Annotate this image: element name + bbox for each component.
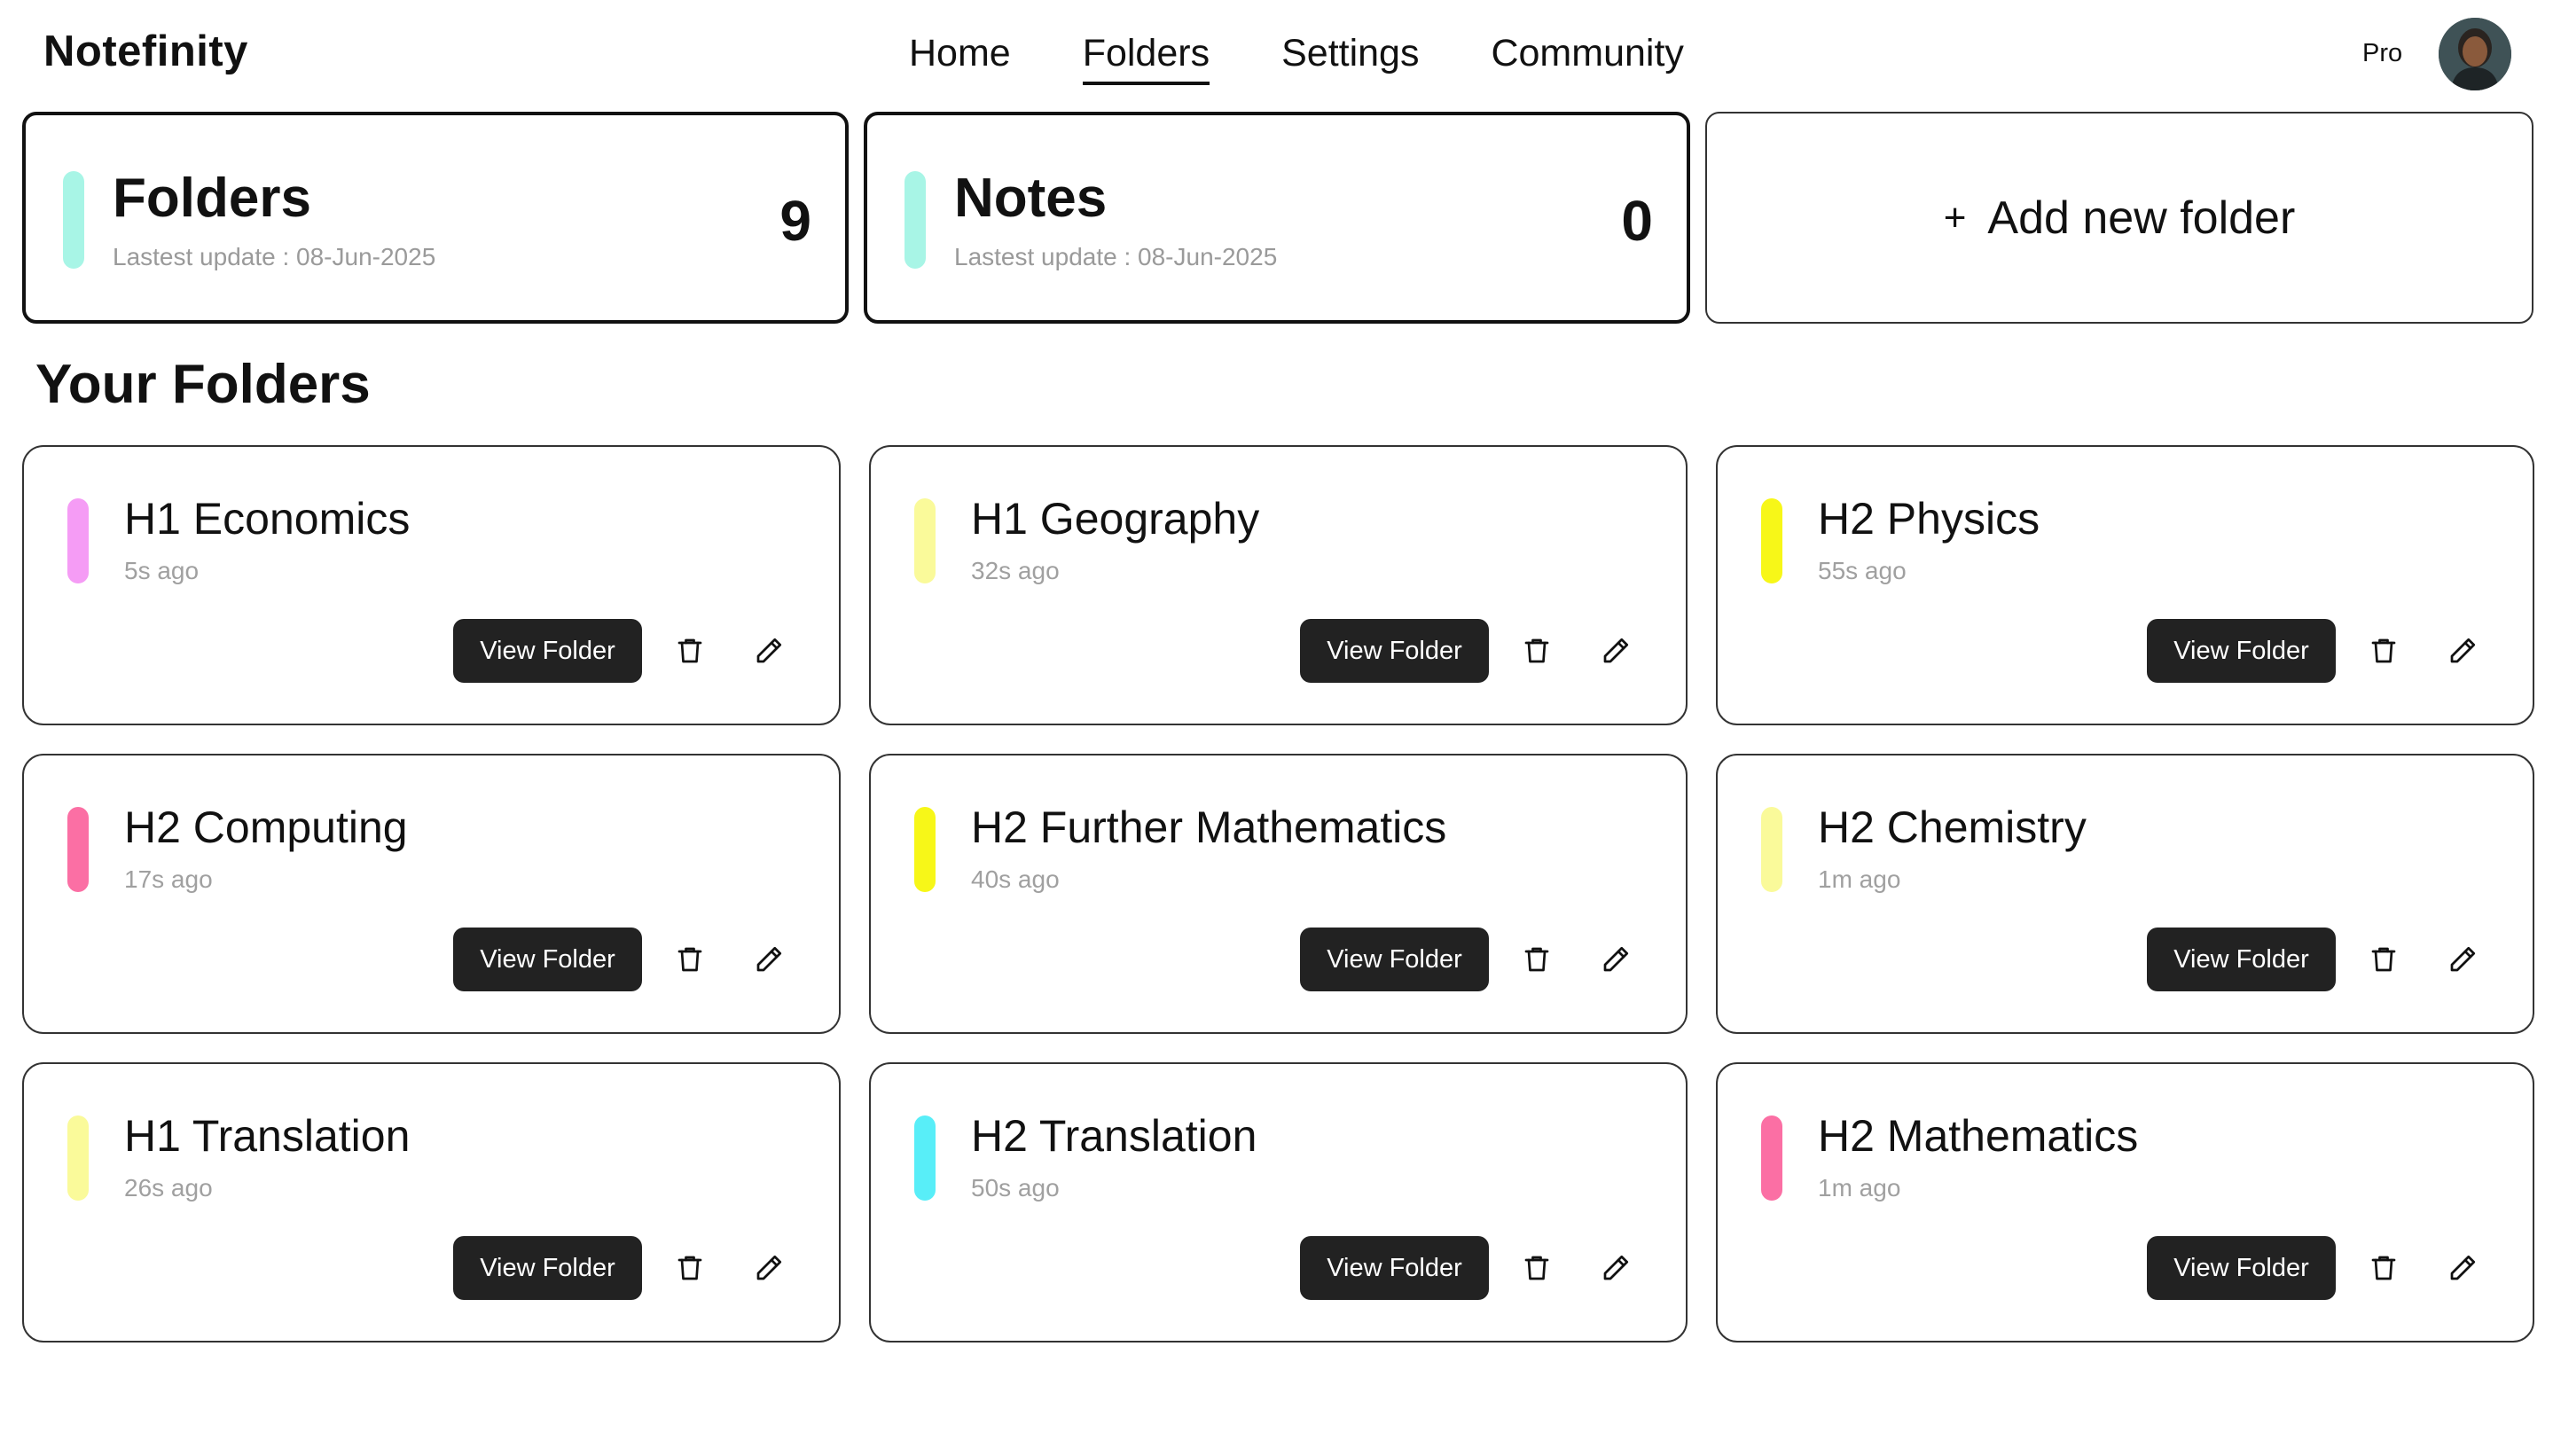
add-folder-label: Add new folder <box>1987 192 2296 244</box>
trash-icon[interactable] <box>1521 943 1553 975</box>
view-folder-button[interactable]: View Folder <box>1300 1236 1489 1300</box>
nav-home[interactable]: Home <box>909 28 1011 85</box>
folder-color-bar <box>1761 498 1782 583</box>
trash-icon[interactable] <box>1521 1252 1553 1284</box>
pencil-icon[interactable] <box>753 635 785 667</box>
folders-accent-bar <box>63 171 84 269</box>
top-header: Notefinity Home Folders Settings Communi… <box>0 0 2553 111</box>
add-new-folder-button[interactable]: + Add new folder <box>1705 112 2533 324</box>
user-avatar-icon <box>2439 18 2511 90</box>
pencil-icon[interactable] <box>1600 635 1632 667</box>
folder-name: H1 Translation <box>124 1111 411 1161</box>
brand-logo[interactable]: Notefinity <box>43 27 248 76</box>
folder-card: H2 Computing 17s ago View Folder <box>22 754 841 1034</box>
folders-stat-title: Folders <box>113 168 311 229</box>
view-folder-button[interactable]: View Folder <box>2147 928 2336 991</box>
avatar[interactable] <box>2439 18 2511 90</box>
folder-updated-time: 1m ago <box>1818 865 1901 893</box>
view-folder-button[interactable]: View Folder <box>1300 928 1489 991</box>
pencil-icon[interactable] <box>753 1252 785 1284</box>
folder-updated-time: 32s ago <box>971 557 1060 584</box>
folder-name: H1 Geography <box>971 494 1260 544</box>
pencil-icon[interactable] <box>2447 943 2479 975</box>
folder-updated-time: 55s ago <box>1818 557 1907 584</box>
folder-color-bar <box>1761 807 1782 892</box>
folder-updated-time: 5s ago <box>124 557 200 584</box>
folder-color-bar <box>1761 1115 1782 1201</box>
view-folder-button[interactable]: View Folder <box>453 1236 642 1300</box>
folder-color-bar <box>67 807 89 892</box>
pencil-icon[interactable] <box>1600 1252 1632 1284</box>
folder-color-bar <box>914 807 936 892</box>
nav-settings[interactable]: Settings <box>1281 28 1419 85</box>
plan-badge: Pro <box>2362 39 2403 67</box>
folder-color-bar <box>914 498 936 583</box>
trash-icon[interactable] <box>1521 635 1553 667</box>
main-nav: Home Folders Settings Community <box>909 28 1684 85</box>
folder-name: H2 Translation <box>971 1111 1257 1161</box>
folder-card: H1 Translation 26s ago View Folder <box>22 1062 841 1342</box>
notes-stat-title: Notes <box>954 168 1108 229</box>
folder-name: H2 Further Mathematics <box>971 802 1447 852</box>
folder-card: H2 Further Mathematics 40s ago View Folder <box>869 754 1688 1034</box>
folder-card: H1 Geography 32s ago View Folder <box>869 445 1688 725</box>
trash-icon[interactable] <box>674 635 706 667</box>
folder-card: H1 Economics 5s ago View Folder <box>22 445 841 725</box>
nav-community[interactable]: Community <box>1491 28 1683 85</box>
folder-updated-time: 50s ago <box>971 1174 1060 1202</box>
trash-icon[interactable] <box>2368 1252 2400 1284</box>
pencil-icon[interactable] <box>753 943 785 975</box>
folders-stat-subtitle: Lastest update : 08-Jun-2025 <box>113 243 436 270</box>
notes-stat-card: Notes Lastest update : 08-Jun-2025 0 <box>864 112 1690 324</box>
folder-name: H2 Computing <box>124 802 408 852</box>
notes-accent-bar <box>905 171 926 269</box>
view-folder-button[interactable]: View Folder <box>453 619 642 683</box>
pencil-icon[interactable] <box>2447 1252 2479 1284</box>
trash-icon[interactable] <box>2368 943 2400 975</box>
folders-count: 9 <box>779 189 811 253</box>
pencil-icon[interactable] <box>2447 635 2479 667</box>
folder-card: H2 Chemistry 1m ago View Folder <box>1716 754 2534 1034</box>
folder-name: H1 Economics <box>124 494 411 544</box>
notes-stat-subtitle: Lastest update : 08-Jun-2025 <box>954 243 1278 270</box>
folder-color-bar <box>914 1115 936 1201</box>
folder-name: H2 Chemistry <box>1818 802 2087 852</box>
nav-folders[interactable]: Folders <box>1082 28 1210 85</box>
view-folder-button[interactable]: View Folder <box>2147 619 2336 683</box>
pencil-icon[interactable] <box>1600 943 1632 975</box>
view-folder-button[interactable]: View Folder <box>2147 1236 2336 1300</box>
folder-name: H2 Mathematics <box>1818 1111 2139 1161</box>
folder-updated-time: 40s ago <box>971 865 1060 893</box>
folders-stat-card: Folders Lastest update : 08-Jun-2025 9 <box>22 112 849 324</box>
trash-icon[interactable] <box>674 943 706 975</box>
section-title: Your Folders <box>35 354 371 415</box>
folder-updated-time: 26s ago <box>124 1174 213 1202</box>
plus-icon: + <box>1943 195 1967 239</box>
notes-count: 0 <box>1621 189 1653 253</box>
folder-updated-time: 1m ago <box>1818 1174 1901 1202</box>
folder-card: H2 Physics 55s ago View Folder <box>1716 445 2534 725</box>
folder-name: H2 Physics <box>1818 494 2040 544</box>
trash-icon[interactable] <box>674 1252 706 1284</box>
view-folder-button[interactable]: View Folder <box>453 928 642 991</box>
folder-updated-time: 17s ago <box>124 865 213 893</box>
folder-color-bar <box>67 498 89 583</box>
folder-card: H2 Translation 50s ago View Folder <box>869 1062 1688 1342</box>
folder-card: H2 Mathematics 1m ago View Folder <box>1716 1062 2534 1342</box>
view-folder-button[interactable]: View Folder <box>1300 619 1489 683</box>
trash-icon[interactable] <box>2368 635 2400 667</box>
folder-color-bar <box>67 1115 89 1201</box>
